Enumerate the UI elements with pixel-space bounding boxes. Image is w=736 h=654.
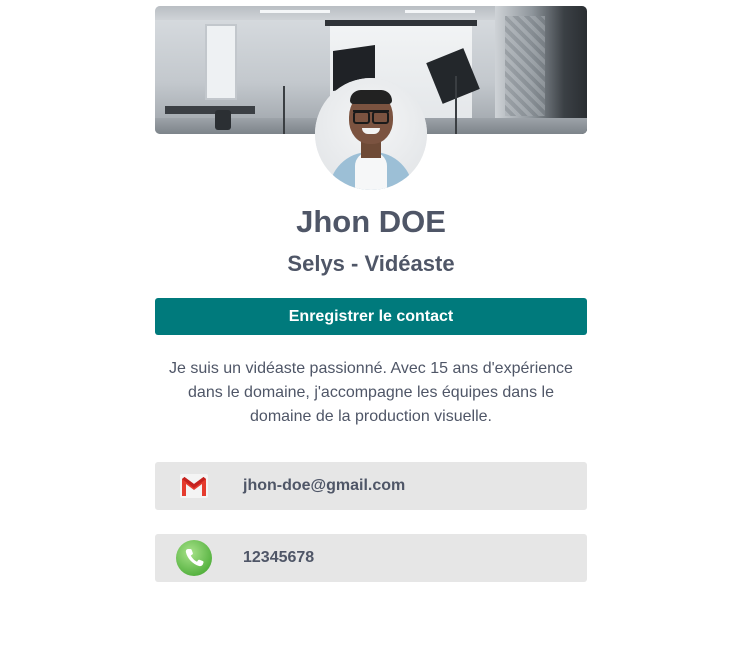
- bio-line: domaine de la production visuelle.: [250, 408, 492, 425]
- page: Jhon DOE Selys - Vidéaste Enregistrer le…: [0, 0, 736, 654]
- bio-line: dans le domaine, j'accompagne les équipe…: [188, 384, 554, 401]
- profile-name: Jhon DOE: [296, 204, 446, 239]
- gmail-icon: [180, 474, 208, 498]
- save-contact-button[interactable]: Enregistrer le contact: [155, 298, 587, 335]
- profile-bio: Je suis un vidéaste passionné. Avec 15 a…: [155, 357, 587, 429]
- profile-subtitle: Selys - Vidéaste: [287, 251, 455, 276]
- phone-text: 12345678: [243, 549, 315, 566]
- phone-contact-row[interactable]: 12345678: [155, 534, 587, 582]
- bio-line: Je suis un vidéaste passionné. Avec 15 a…: [169, 360, 573, 377]
- profile-card: Jhon DOE Selys - Vidéaste Enregistrer le…: [155, 6, 587, 582]
- avatar: [315, 78, 427, 190]
- phone-icon: [176, 540, 212, 576]
- email-contact-row[interactable]: jhon-doe@gmail.com: [155, 462, 587, 510]
- email-text: jhon-doe@gmail.com: [243, 477, 406, 494]
